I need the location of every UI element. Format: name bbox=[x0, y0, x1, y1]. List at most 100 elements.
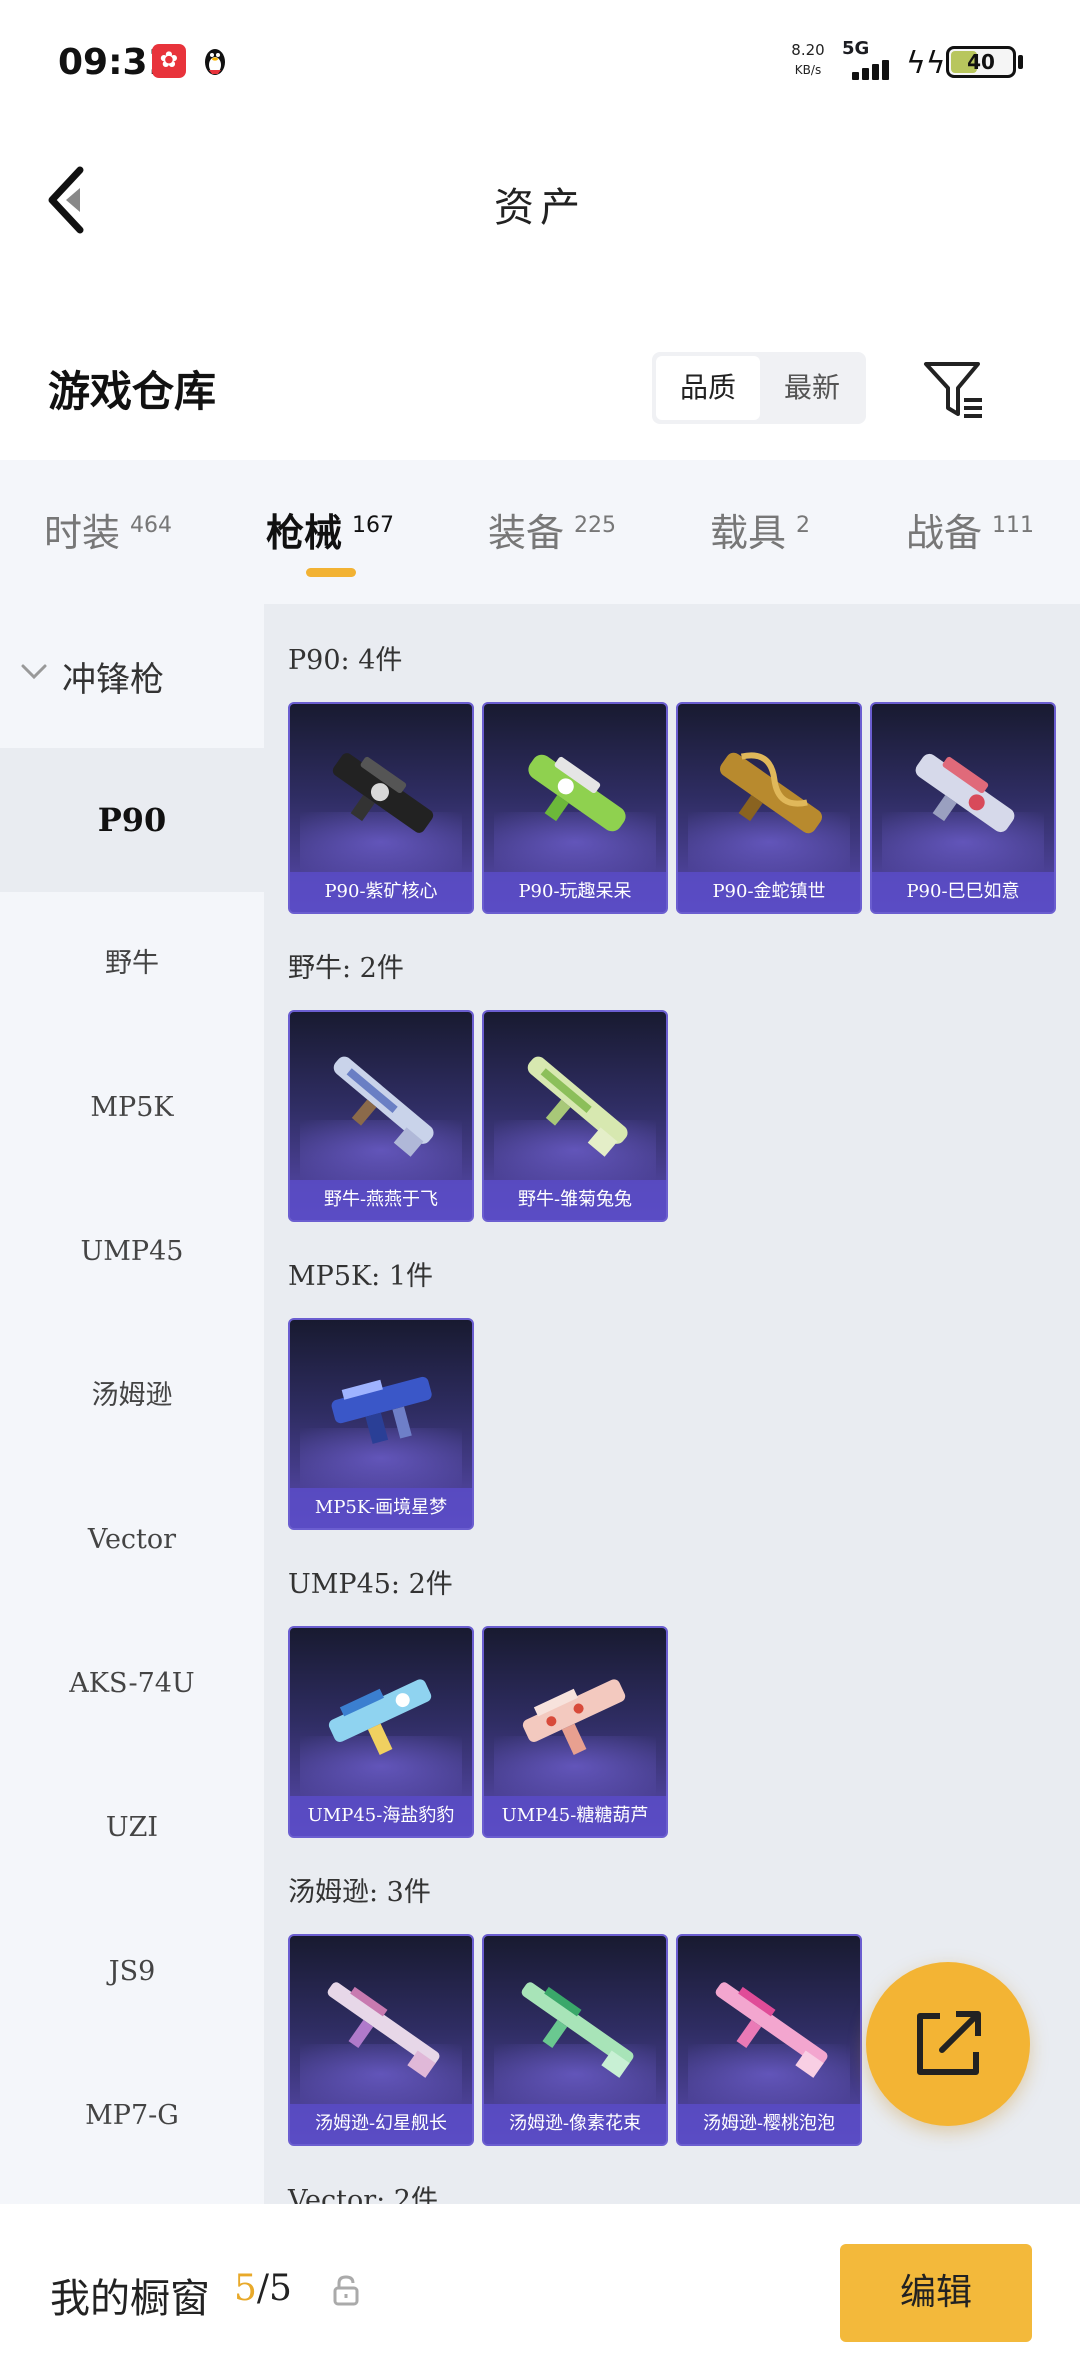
ump45-skin-image bbox=[522, 1679, 626, 1755]
sidebar-item-mp7g[interactable]: MP7-G bbox=[0, 2044, 264, 2188]
battery-level: 40 bbox=[967, 50, 995, 74]
network-type: 5G bbox=[842, 38, 870, 59]
section-title: 游戏仓库 bbox=[48, 367, 217, 416]
notification-app-icon: ✿ bbox=[152, 44, 186, 78]
tab-count: 464 bbox=[130, 513, 173, 538]
item-card[interactable]: P90-金蛇镇世 bbox=[676, 702, 862, 914]
tab-label: 装备 bbox=[488, 511, 565, 555]
group-label-vector: Vector: 2件 bbox=[288, 2185, 438, 2204]
p90-skin-image bbox=[332, 753, 434, 833]
showcase-count: 5/5 bbox=[234, 2268, 292, 2309]
tab-count: 2 bbox=[796, 513, 811, 538]
item-name: 汤姆逊-像素花束 bbox=[484, 2104, 666, 2144]
group-label-bizon: 野牛: 2件 bbox=[288, 953, 404, 984]
tab-count: 225 bbox=[574, 513, 617, 538]
item-card[interactable]: 汤姆逊-幻星舰长 bbox=[288, 1934, 474, 2146]
sidebar-item-bizon[interactable]: 野牛 bbox=[0, 892, 264, 1036]
showcase-label: 我的橱窗 bbox=[50, 2276, 210, 2322]
tab-label: 载具 bbox=[710, 511, 787, 555]
item-name: UMP45-糖糖葫芦 bbox=[484, 1796, 666, 1836]
network-speed-value: 8.20 bbox=[791, 41, 825, 59]
battery-icon: 40 bbox=[946, 46, 1016, 78]
sidebar-item-ump45[interactable]: UMP45 bbox=[0, 1180, 264, 1324]
bottom-bar: 我的橱窗 5/5 编辑 bbox=[0, 2206, 1080, 2376]
item-name: P90-紫矿核心 bbox=[290, 872, 472, 912]
item-card[interactable]: MP5K-画境星梦 bbox=[288, 1318, 474, 1530]
group-label-thompson: 汤姆逊: 3件 bbox=[288, 1877, 431, 1908]
charging-icon: ϟϟ bbox=[906, 46, 946, 81]
item-name: 汤姆逊-樱桃泡泡 bbox=[678, 2104, 860, 2144]
chevron-down-icon bbox=[21, 664, 47, 680]
sort-toggle: 品质 最新 bbox=[652, 352, 866, 424]
item-name: 野牛-雏菊兔兔 bbox=[484, 1180, 666, 1220]
tab-count: 111 bbox=[992, 513, 1035, 538]
network-speed: 8.20 KB/s bbox=[788, 40, 828, 80]
bizon-skin-image bbox=[527, 1056, 628, 1157]
mp5k-skin-image bbox=[331, 1376, 432, 1444]
tab-label: 战备 bbox=[906, 511, 983, 555]
tab-fashion[interactable]: 时装 464 bbox=[44, 502, 172, 562]
bizon-skin-image bbox=[333, 1056, 434, 1157]
thompson-skin-image bbox=[327, 1982, 440, 2078]
page-title: 资产 bbox=[494, 185, 586, 231]
p90-skin-image bbox=[719, 752, 823, 834]
sidebar-item-aks74u[interactable]: AKS-74U bbox=[0, 1612, 264, 1756]
sidebar-item-p90[interactable]: P90 bbox=[0, 748, 264, 892]
category-tabs: 时装 464 枪械 167 装备 225 载具 2 战备 111 bbox=[0, 460, 1080, 604]
tab-label: 时装 bbox=[44, 511, 121, 555]
item-card[interactable]: P90-紫矿核心 bbox=[288, 702, 474, 914]
item-name: P90-玩趣呆呆 bbox=[484, 872, 666, 912]
item-name: MP5K-画境星梦 bbox=[290, 1488, 472, 1528]
tab-label: 枪械 bbox=[266, 510, 343, 555]
header: 资产 bbox=[0, 120, 1080, 280]
share-button[interactable] bbox=[866, 1962, 1030, 2126]
status-bar: 09:31 ✿ 8.20 KB/s 5G ϟϟ 40 bbox=[0, 0, 1080, 120]
sidebar-group-smg[interactable]: 冲锋枪 bbox=[0, 604, 264, 748]
tab-vehicles[interactable]: 载具 2 bbox=[710, 502, 810, 562]
network-speed-unit: KB/s bbox=[794, 63, 822, 77]
item-card[interactable]: P90-玩趣呆呆 bbox=[482, 702, 668, 914]
tab-count: 167 bbox=[352, 513, 395, 538]
tab-firearms[interactable]: 枪械 167 bbox=[266, 502, 394, 562]
edit-button[interactable]: 编辑 bbox=[840, 2244, 1032, 2342]
lock-icon bbox=[333, 2275, 359, 2306]
penguin-app-icon bbox=[205, 49, 225, 75]
sidebar-item-js9[interactable]: JS9 bbox=[0, 1900, 264, 2044]
sidebar-item-mp5k[interactable]: MP5K bbox=[0, 1036, 264, 1180]
section-header: 游戏仓库 品质 最新 bbox=[0, 280, 1080, 460]
item-name: P90-巳巳如意 bbox=[872, 872, 1054, 912]
weapon-type-sidebar: 冲锋枪 P90 野牛 MP5K UMP45 汤姆逊 Vector AKS-74U… bbox=[0, 604, 264, 2204]
sidebar-item-vector[interactable]: Vector bbox=[0, 1468, 264, 1612]
thompson-skin-image bbox=[521, 1982, 634, 2078]
item-name: 野牛-燕燕于飞 bbox=[290, 1180, 472, 1220]
group-label-p90: P90: 4件 bbox=[288, 645, 403, 676]
item-card[interactable]: UMP45-海盐豹豹 bbox=[288, 1626, 474, 1838]
sidebar-item-thompson[interactable]: 汤姆逊 bbox=[0, 1324, 264, 1468]
item-card[interactable]: 野牛-燕燕于飞 bbox=[288, 1010, 474, 1222]
active-tab-indicator bbox=[306, 568, 356, 577]
item-card[interactable]: 汤姆逊-像素花束 bbox=[482, 1934, 668, 2146]
p90-skin-image bbox=[915, 753, 1015, 833]
sort-newest-button[interactable]: 最新 bbox=[760, 356, 864, 420]
sort-quality-button[interactable]: 品质 bbox=[656, 356, 760, 420]
item-card[interactable]: 汤姆逊-樱桃泡泡 bbox=[676, 1934, 862, 2146]
p90-skin-image bbox=[528, 754, 626, 832]
showcase-count-current: 5 bbox=[234, 2268, 257, 2309]
item-card[interactable]: P90-巳巳如意 bbox=[870, 702, 1056, 914]
group-label-ump45: UMP45: 2件 bbox=[288, 1569, 453, 1600]
thompson-skin-image bbox=[715, 1982, 828, 2078]
signal-icon bbox=[852, 58, 900, 80]
item-name: UMP45-海盐豹豹 bbox=[290, 1796, 472, 1836]
sidebar-item-uzi[interactable]: UZI bbox=[0, 1756, 264, 1900]
filter-icon[interactable] bbox=[922, 358, 986, 422]
item-name: P90-金蛇镇世 bbox=[678, 872, 860, 912]
item-card[interactable]: 野牛-雏菊兔兔 bbox=[482, 1010, 668, 1222]
ump45-skin-image bbox=[328, 1679, 432, 1755]
group-label-mp5k: MP5K: 1件 bbox=[288, 1261, 434, 1292]
item-name: 汤姆逊-幻星舰长 bbox=[290, 2104, 472, 2144]
sidebar-group-label: 冲锋枪 bbox=[62, 660, 164, 700]
item-card[interactable]: UMP45-糖糖葫芦 bbox=[482, 1626, 668, 1838]
tab-equipment[interactable]: 装备 225 bbox=[488, 502, 616, 562]
share-external-icon bbox=[917, 2011, 981, 2075]
tab-supplies[interactable]: 战备 111 bbox=[906, 502, 1034, 562]
